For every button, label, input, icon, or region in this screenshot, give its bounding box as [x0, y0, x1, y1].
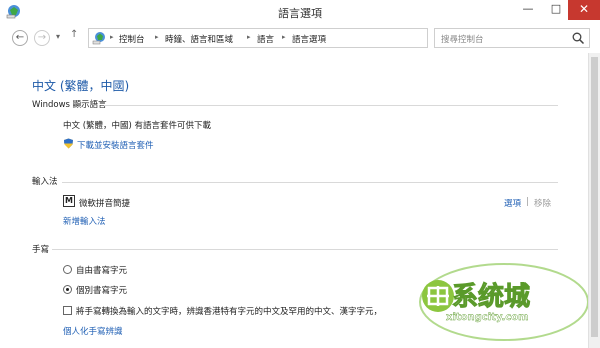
- input-method-name: 微軟拼音簡捷: [79, 199, 131, 209]
- navigation-bar: ← → ▾ ↑ ▸ 控制台 ▸ 時鐘、語言和區域 ▸ 語言 ▸ 語言選項 ▾ ↻…: [0, 23, 600, 53]
- free-writing-radio[interactable]: [63, 265, 72, 274]
- divider: [62, 182, 558, 183]
- section-heading-input-method: 輸入法: [32, 177, 58, 187]
- breadcrumb-control-panel[interactable]: 控制台: [119, 33, 145, 45]
- language-pack-status: 中文 (繁體，中國) 有語言套件可供下載: [63, 121, 212, 131]
- scrollbar-thumb[interactable]: [591, 57, 598, 337]
- rare-character-checkbox[interactable]: [63, 306, 72, 315]
- back-button[interactable]: ←: [12, 30, 28, 46]
- remove-link[interactable]: 移除: [534, 197, 551, 209]
- title-bar: 語言選項 — □ ✕: [0, 0, 600, 23]
- breadcrumb-separator: ▸: [110, 33, 114, 41]
- free-writing-label: 自由書寫字元: [76, 266, 128, 276]
- close-button[interactable]: ✕: [568, 0, 600, 20]
- window-title: 語言選項: [278, 7, 322, 20]
- recent-locations-dropdown[interactable]: ▾: [56, 32, 60, 41]
- breadcrumb-separator: ▸: [155, 33, 159, 41]
- section-heading-handwriting: 手寫: [32, 245, 50, 255]
- divider: [104, 105, 558, 106]
- section-heading-display-language: Windows 顯示語言: [32, 100, 107, 110]
- vertical-scrollbar[interactable]: [588, 53, 600, 348]
- rare-character-label: 將手寫轉換為輸入的文字時，辨識香港特有字元的中文及罕用的中文、漢字字元，: [76, 307, 383, 317]
- divider: [52, 249, 558, 250]
- breadcrumb-clock-language-region[interactable]: 時鐘、語言和區域: [165, 33, 233, 45]
- single-character-radio[interactable]: [63, 285, 72, 294]
- search-placeholder: 搜尋控制台: [441, 35, 484, 45]
- single-character-label: 個別書寫字元: [76, 286, 128, 296]
- watermark-domain: xitongcity.com: [446, 312, 529, 323]
- up-button[interactable]: ↑: [70, 29, 78, 40]
- forward-button[interactable]: →: [34, 30, 50, 46]
- options-link[interactable]: 選項: [504, 197, 521, 209]
- add-input-method-link[interactable]: 新增輸入法: [63, 215, 106, 227]
- uac-shield-icon: [64, 138, 73, 149]
- breadcrumb-separator: ▸: [247, 33, 251, 41]
- breadcrumb-separator: ▸: [282, 33, 286, 41]
- maximize-button[interactable]: □: [542, 0, 570, 20]
- personalize-handwriting-link[interactable]: 個人化手寫辨識: [63, 325, 123, 337]
- breadcrumb-language-options[interactable]: 語言選項: [292, 33, 326, 45]
- search-icon[interactable]: [571, 31, 585, 45]
- link-divider: |: [526, 197, 529, 207]
- breadcrumb-language[interactable]: 語言: [257, 33, 274, 45]
- page-title: 中文 (繁體，中國): [32, 79, 130, 93]
- address-bar[interactable]: ▸ 控制台 ▸ 時鐘、語言和區域 ▸ 語言 ▸ 語言選項 ▾ ↻: [88, 28, 505, 48]
- search-input[interactable]: 搜尋控制台: [434, 28, 590, 48]
- download-language-pack-link[interactable]: 下載並安裝語言套件: [77, 139, 154, 151]
- minimize-button[interactable]: —: [514, 0, 542, 20]
- control-panel-icon: [92, 32, 105, 45]
- watermark-brand: 系统城: [451, 282, 531, 313]
- ime-icon: M: [63, 195, 75, 207]
